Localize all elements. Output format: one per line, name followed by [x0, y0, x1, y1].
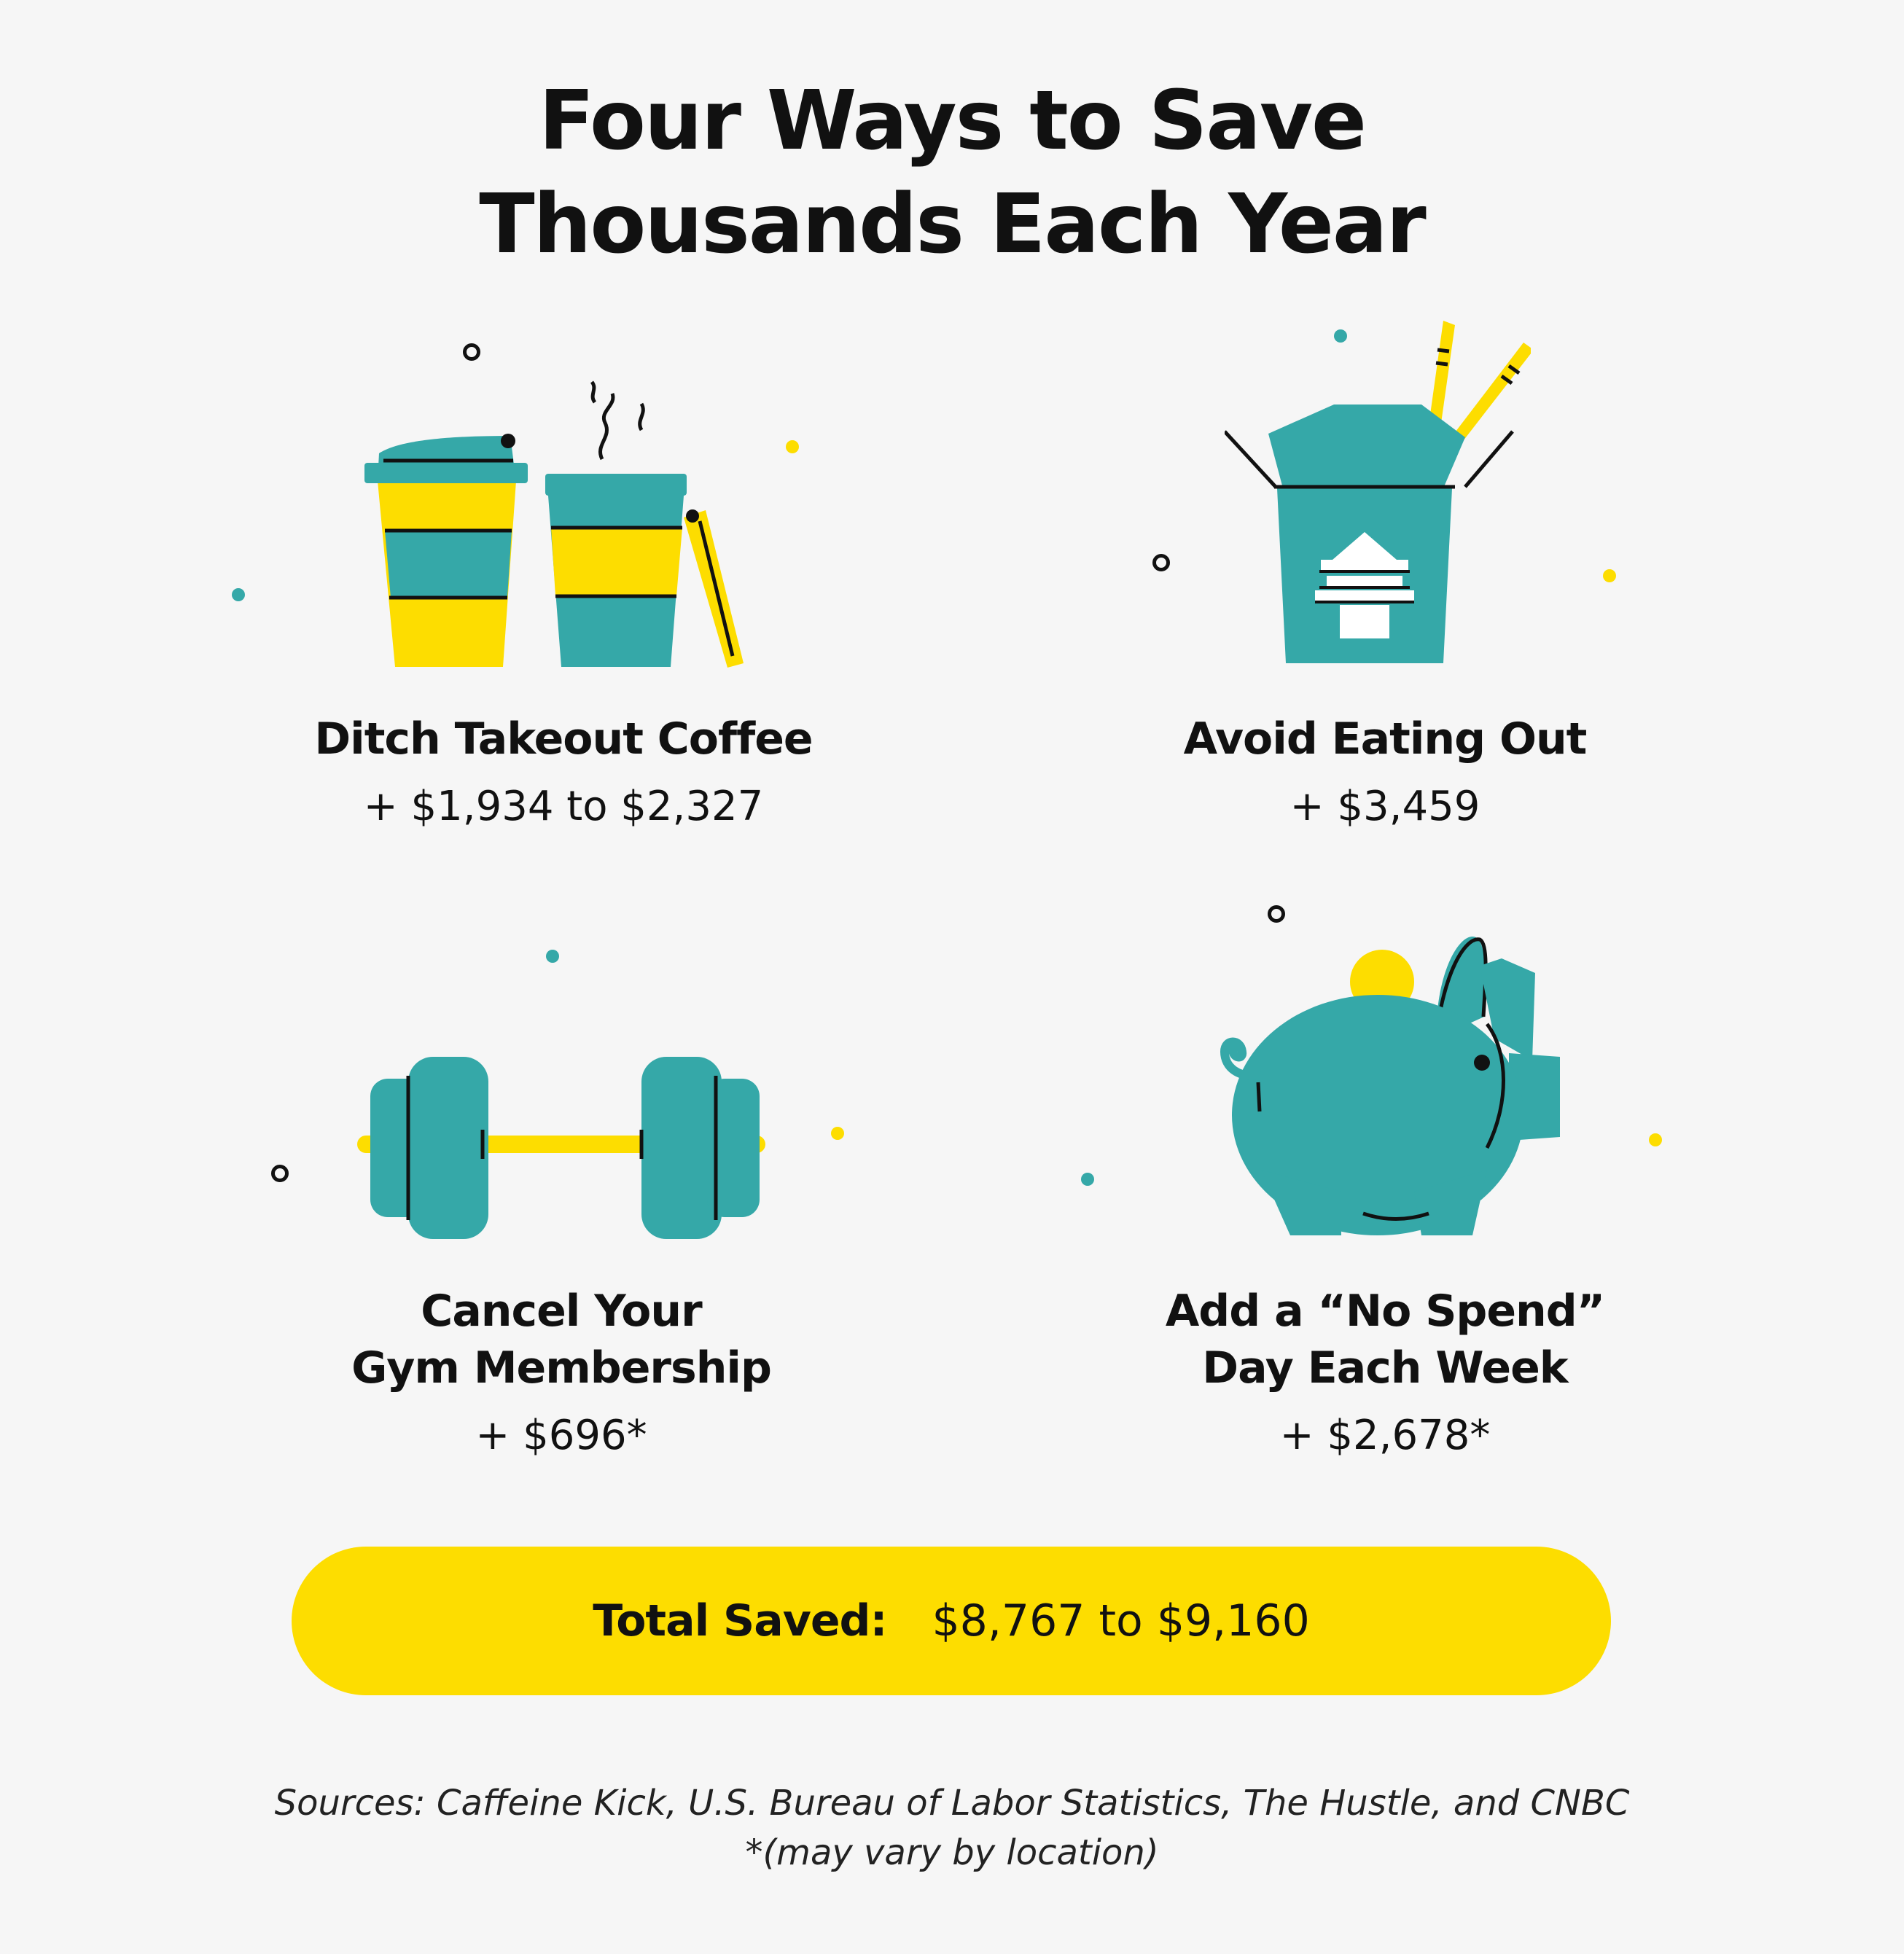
total-value: $8,767 to $9,160	[932, 1595, 1310, 1646]
card-title: Avoid Eating Out	[1183, 714, 1588, 765]
card-coffee: Ditch Takeout Coffee + $1,934 to $2,327	[199, 711, 928, 833]
title-line-1: Four Ways to Save	[539, 74, 1367, 168]
card-title-line-2: Day Each Week	[1202, 1343, 1568, 1394]
decor-ring-dot	[1268, 905, 1285, 923]
decor-teal-dot	[1081, 1173, 1094, 1186]
coffee-cups-icon	[364, 380, 744, 668]
decor-ring-dot	[271, 1165, 289, 1182]
total-label: Total Saved:	[593, 1595, 887, 1646]
title-line-2: Thousands Each Year	[479, 177, 1426, 272]
takeout-box-icon	[1225, 321, 1531, 663]
piggy-bank-icon	[1220, 937, 1560, 1235]
card-amount: + $1,934 to $2,327	[363, 783, 764, 830]
total-saved-banner: Total Saved: $8,767 to $9,160	[292, 1547, 1611, 1695]
card-title-line-1: Add a “No Spend”	[1165, 1286, 1605, 1337]
card-gym: Cancel Your Gym Membership + $696*	[197, 1283, 926, 1462]
sources-text: Sources: Caffeine Kick, U.S. Bureau of L…	[274, 1783, 1630, 1824]
decor-ring-dot	[1152, 554, 1170, 571]
card-amount: + $2,678*	[1279, 1412, 1491, 1459]
dumbbell-icon	[357, 1057, 765, 1239]
decor-yellow-dot	[786, 440, 799, 453]
decor-yellow-dot	[1603, 569, 1616, 582]
card-title: Ditch Takeout Coffee	[314, 714, 813, 765]
sources-footer: Sources: Caffeine Kick, U.S. Bureau of L…	[0, 1778, 1904, 1877]
card-no-spend: Add a “No Spend” Day Each Week + $2,678*	[1021, 1283, 1749, 1462]
decor-yellow-dot	[1649, 1133, 1662, 1146]
decor-ring-dot	[463, 343, 480, 361]
location-note: *(may vary by location)	[745, 1832, 1159, 1873]
decor-yellow-dot	[831, 1127, 844, 1140]
page-title: Four Ways to Save Thousands Each Year	[0, 69, 1904, 276]
card-eating-out: Avoid Eating Out + $3,459	[1021, 711, 1749, 833]
card-amount: + $3,459	[1290, 783, 1480, 830]
decor-teal-dot	[546, 950, 559, 963]
card-title-line-2: Gym Membership	[351, 1343, 772, 1394]
card-title-line-1: Cancel Your	[421, 1286, 702, 1337]
decor-teal-dot	[232, 588, 245, 601]
card-amount: + $696*	[475, 1412, 647, 1459]
